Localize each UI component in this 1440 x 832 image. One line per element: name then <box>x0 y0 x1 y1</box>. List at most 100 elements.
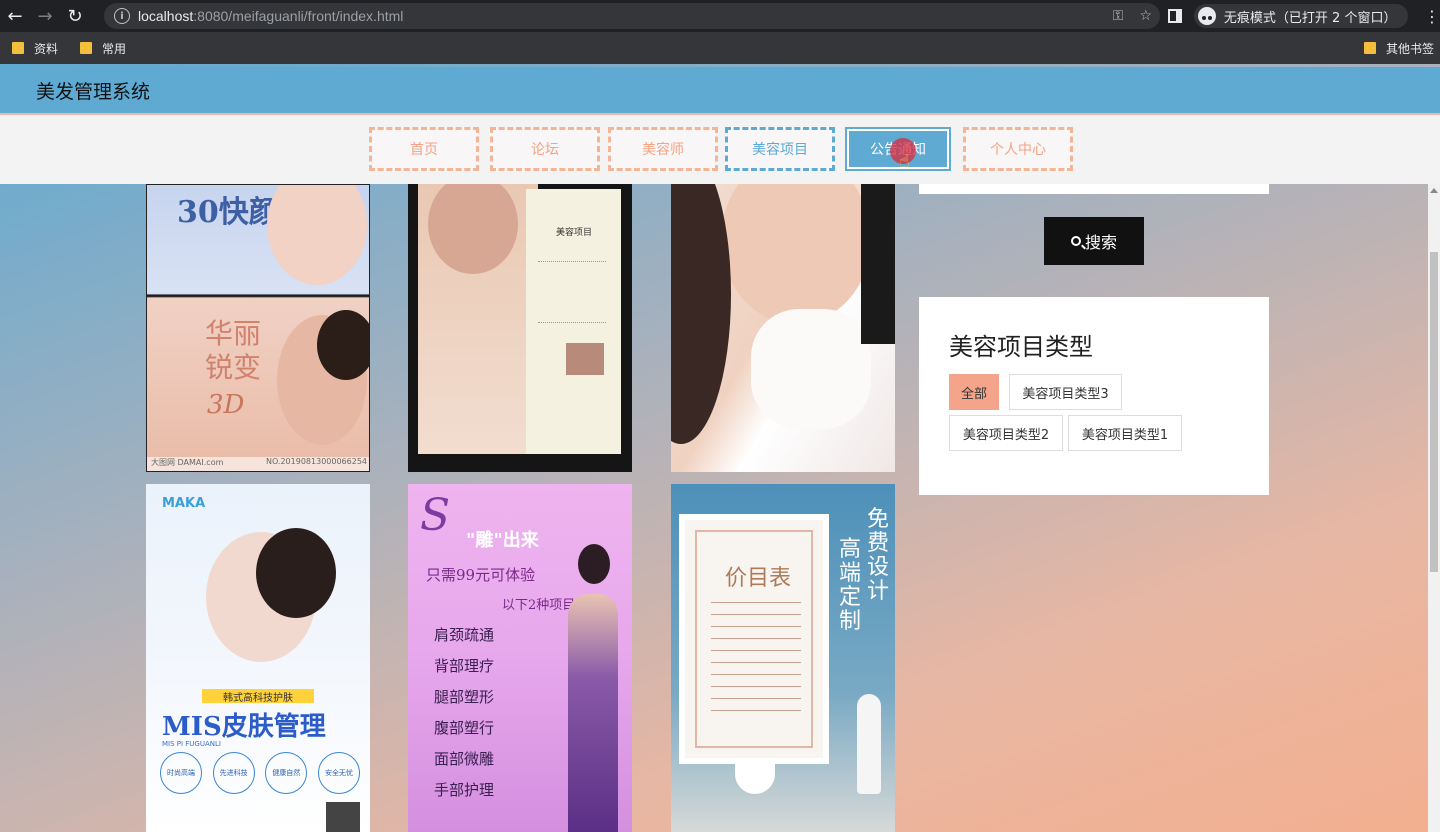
category-tag-1[interactable]: 美容项目类型1 <box>1068 415 1182 451</box>
service-item: 背部理疗 <box>434 657 495 675</box>
bookmark-folder-0[interactable]: 资料 <box>12 40 58 57</box>
category-panel: 美容项目类型 全部 美容项目类型3 美容项目类型2 美容项目类型1 <box>919 297 1269 495</box>
poster-text: 30快颜 <box>177 195 279 230</box>
address-bar[interactable]: i localhost:8080/meifaguanli/front/index… <box>104 3 1160 29</box>
menu-kebab-icon[interactable]: ⋮ <box>1424 7 1440 26</box>
vertical-text: 免费设计 <box>867 507 890 604</box>
incognito-icon <box>1197 7 1216 25</box>
key-icon[interactable]: ⚿ <box>1113 8 1124 24</box>
main-nav: 首页 论坛 美容师 美容项目 公告通知 个人中心 <box>0 113 1440 184</box>
service-item: 肩颈疏通 <box>434 626 495 644</box>
folder-icon <box>1363 42 1376 54</box>
menu-title: 美容项目 <box>556 228 593 238</box>
price-board: 价目表 <box>679 514 829 764</box>
product-card-5[interactable]: S "雕"出来 只需99元可体验 以下2种项目 肩颈疏通 背部理疗 腿部塑形 腹… <box>408 484 632 832</box>
poster-subtitle: MIS PI FUGUANLI <box>162 740 221 748</box>
hair-image <box>317 310 369 380</box>
search-button[interactable]: 搜索 <box>1044 217 1144 265</box>
product-card-4[interactable]: MAKA 韩式高科技护肤 MIS皮肤管理 MIS PI FUGUANLI 时尚高… <box>146 484 370 832</box>
towel-image <box>751 309 871 429</box>
category-tag-3[interactable]: 美容项目类型3 <box>1009 374 1122 410</box>
forward-icon[interactable]: → <box>30 0 60 32</box>
background-shape <box>861 184 895 344</box>
site-title: 美发管理系统 <box>36 80 151 103</box>
page-content: 30快颜 华丽锐变 3D 大图网 DAMAI.com NO.2019081300… <box>0 64 1440 832</box>
category-tag-all[interactable]: 全部 <box>949 374 999 410</box>
vase-image <box>857 694 881 794</box>
poster-title: MIS皮肤管理 <box>162 712 326 742</box>
bookmark-label: 常用 <box>102 41 127 56</box>
vertical-text: 高端定制 <box>839 537 862 634</box>
site-header: 美发管理系统 <box>0 67 1440 113</box>
board-list <box>711 602 801 722</box>
site-info-icon[interactable]: i <box>114 8 130 24</box>
poster-text: 3D <box>207 390 245 420</box>
brand-logo: MAKA <box>162 496 206 511</box>
service-list: 肩颈疏通 背部理疗 腿部塑形 腹部塑行 面部微雕 手部护理 <box>434 620 534 806</box>
service-item: 面部微雕 <box>434 750 495 768</box>
side-panel-icon[interactable] <box>1168 9 1182 23</box>
nav-forum[interactable]: 论坛 <box>490 127 600 171</box>
board-title: 价目表 <box>725 566 792 591</box>
product-card-3[interactable] <box>671 184 895 472</box>
qr-code <box>326 802 360 832</box>
url-path: :8080/meifaguanli/front/index.html <box>193 8 404 24</box>
product-card-1[interactable]: 30快颜 华丽锐变 3D 大图网 DAMAI.com NO.2019081300… <box>146 184 370 472</box>
service-item: 腿部塑形 <box>434 688 495 706</box>
bookmarks-bar: 资料 常用 其他书签 <box>0 32 1440 64</box>
back-icon[interactable]: ← <box>0 0 30 32</box>
board-stand <box>735 764 775 794</box>
bookmark-folder-1[interactable]: 常用 <box>80 40 126 57</box>
incognito-label: 无痕模式（已打开 2 个窗口） <box>1223 10 1397 26</box>
star-icon[interactable]: ☆ <box>1139 8 1152 24</box>
hair-image <box>578 544 610 584</box>
badge-row: 时尚高端 先进科技 健康自然 安全无忧 <box>160 752 360 794</box>
folder-icon <box>80 42 93 54</box>
poster-text: 华丽锐变 <box>205 317 262 384</box>
product-card-6[interactable]: 价目表 免费设计 高端定制 <box>671 484 895 832</box>
bookmark-label: 资料 <box>34 41 59 56</box>
menu-lines <box>538 261 606 323</box>
badge: 时尚高端 <box>160 752 202 794</box>
category-tag-2[interactable]: 美容项目类型2 <box>949 415 1063 451</box>
pointer-hand-icon: ☝ <box>899 151 910 172</box>
category-title: 美容项目类型 <box>949 333 1093 361</box>
menu-page: 美容项目 <box>526 189 621 454</box>
url-host: localhost <box>138 8 194 24</box>
nav-personal-center[interactable]: 个人中心 <box>963 127 1073 171</box>
nav-home[interactable]: 首页 <box>369 127 479 171</box>
other-bookmarks-label: 其他书签 <box>1385 41 1434 56</box>
hair-image <box>256 528 336 618</box>
search-icon <box>1070 236 1081 246</box>
badge: 健康自然 <box>265 752 308 794</box>
model-image <box>568 594 618 832</box>
url-text[interactable]: localhost:8080/meifaguanli/front/index.h… <box>138 8 403 24</box>
face-image <box>721 184 871 324</box>
search-input-bottom-edge[interactable] <box>919 184 1269 194</box>
poster-footer-right: NO.20190813000066254 <box>265 457 367 466</box>
product-card-2[interactable]: 美容项目 <box>408 184 632 472</box>
service-item: 手部护理 <box>434 781 495 799</box>
service-item: 腹部塑行 <box>434 719 495 737</box>
scrollbar-thumb[interactable] <box>1430 252 1438 572</box>
menu-photo <box>566 343 604 375</box>
face-image <box>267 185 367 285</box>
poster-line: 以下2种项目 <box>502 598 576 613</box>
poster-footer: 大图网 DAMAI.com NO.20190813000066254 <box>147 457 369 471</box>
nav-beauty-projects[interactable]: 美容项目 <box>725 127 835 171</box>
reload-icon[interactable]: ↻ <box>60 0 90 32</box>
incognito-indicator[interactable]: 无痕模式（已打开 2 个窗口） <box>1193 4 1408 28</box>
poster-price: 只需99元可体验 <box>426 566 536 584</box>
other-bookmarks[interactable]: 其他书签 <box>1363 32 1434 64</box>
badge: 安全无忧 <box>317 752 360 794</box>
folder-icon <box>12 42 24 54</box>
poster-footer-left: 大图网 DAMAI.com <box>151 458 224 467</box>
nav-beautician[interactable]: 美容师 <box>608 127 718 171</box>
poster-headline: "雕"出来 <box>466 530 539 551</box>
browser-toolbar: ← → ↻ i localhost:8080/meifaguanli/front… <box>0 0 1440 32</box>
badge: 先进科技 <box>212 752 255 794</box>
poster-banner: 韩式高科技护肤 <box>202 689 314 704</box>
hair-image <box>671 184 731 444</box>
scroll-up-icon[interactable] <box>1430 188 1438 193</box>
search-button-label: 搜索 <box>1084 233 1117 252</box>
